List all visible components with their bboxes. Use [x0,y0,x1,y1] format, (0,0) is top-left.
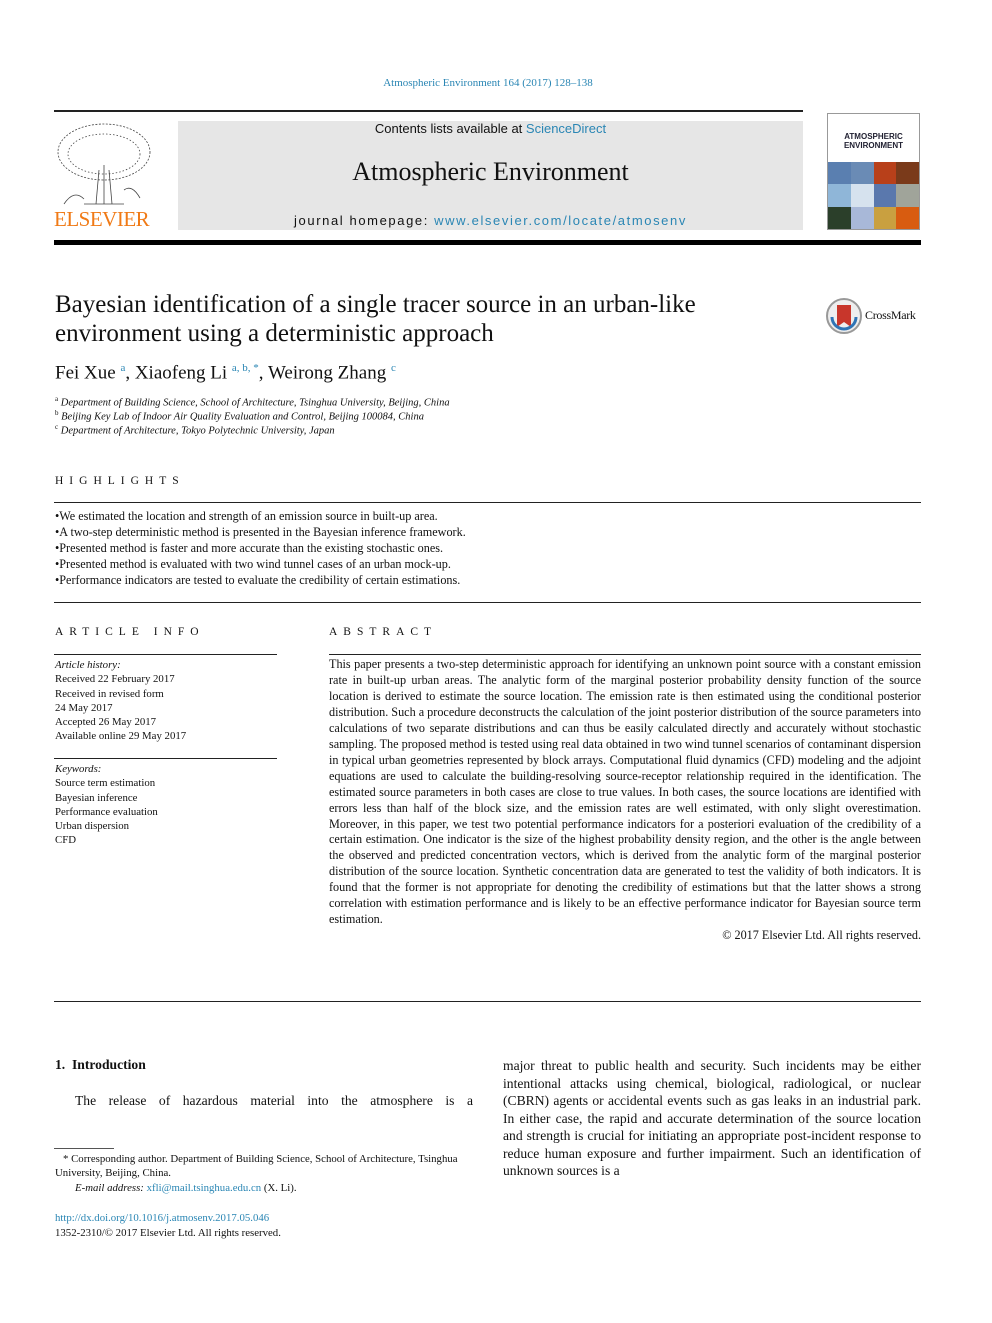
tree-icon [57,123,151,205]
history-item: 24 May 2017 [55,701,113,714]
author-affiliation-mark[interactable]: a [120,362,125,374]
intro-paragraph-left: The release of hazardous material into t… [75,1093,473,1108]
intro-paragraph-right: major threat to public health and securi… [503,1058,921,1178]
homepage-link[interactable]: www.elsevier.com/locate/atmosenv [434,213,687,228]
history-item: Available online 29 May 2017 [55,730,187,743]
header-thick-rule [54,240,921,245]
highlight-item: •Presented method is faster and more acc… [55,541,444,555]
homepage-label: journal homepage: [294,213,435,228]
journal-citation-link[interactable]: Atmospheric Environment 164 (2017) 128–1… [0,77,976,89]
history-item: Accepted 26 May 2017 [55,716,157,729]
highlights-list: •We estimated the location and strength … [55,508,466,588]
abstract-copyright: © 2017 Elsevier Ltd. All rights reserved… [722,928,921,943]
abstract: This paper presents a two-step determini… [329,657,921,944]
elsevier-logo[interactable]: ELSEVIER [54,120,155,232]
keyword: Source term estimation [55,777,156,790]
history-item: Received 22 February 2017 [55,673,175,686]
highlight-item: •A two-step deterministic method is pres… [55,525,466,539]
issn-copyright: 1352-2310/© 2017 Elsevier Ltd. All right… [55,1227,281,1239]
divider [54,654,277,655]
highlight-item: •Presented method is evaluated with two … [55,557,451,571]
divider [54,758,277,759]
crossmark-label: CrossMark [865,308,916,322]
abstract-text: This paper presents a two-step determini… [329,657,921,927]
highlight-item: •Performance indicators are tested to ev… [55,573,461,587]
article-info-heading: ARTICLE INFO [55,626,205,638]
journal-banner: Contents lists available at ScienceDirec… [178,121,803,230]
affiliation: b Beijing Key Lab of Indoor Air Quality … [55,409,424,423]
author-name[interactable]: Weirong Zhang [268,362,386,383]
keyword: Performance evaluation [55,805,158,818]
footnote-rule [54,1148,114,1149]
corresponding-author-footnote: * Corresponding author. Department of Bu… [55,1153,458,1180]
crossmark-icon [826,298,862,334]
email-link[interactable]: xfli@mail.tsinghua.edu.cn [147,1182,262,1194]
history-label: Article history: [55,659,121,671]
divider [54,1001,921,1002]
keywords: Keywords: Source term estimation Bayesia… [55,762,158,848]
keyword: CFD [55,834,77,847]
highlights-heading: HIGHLIGHTS [55,475,185,487]
affiliation: a Department of Building Science, School… [55,395,450,409]
history-item: Received in revised form [55,687,164,700]
doi-link[interactable]: http://dx.doi.org/10.1016/j.atmosenv.201… [55,1211,269,1225]
author-affiliation-mark[interactable]: c [391,362,396,374]
divider [54,602,921,603]
highlight-item: •We estimated the location and strength … [55,509,438,523]
affiliation: c Department of Architecture, Tokyo Poly… [55,423,335,437]
keywords-label: Keywords: [55,763,102,775]
crossmark-badge[interactable]: CrossMark [825,297,925,334]
divider [54,502,921,503]
section-heading-introduction: 1. Introduction [55,1057,146,1072]
keyword: Urban dispersion [55,820,130,833]
abstract-heading: ABSTRACT [329,626,438,638]
publisher-logo-text: ELSEVIER [54,207,150,231]
cover-title: ATMOSPHERIC ENVIRONMENT [843,132,904,150]
article-history: Article history: Received 22 February 20… [55,658,186,744]
article-title: Bayesian identification of a single trac… [55,291,696,347]
contents-label: Contents lists available at [374,121,526,136]
top-rule [54,110,803,112]
cover-mosaic [828,162,919,229]
author-name[interactable]: Xiaofeng Li [135,362,227,383]
email-line: E-mail address: xfli@mail.tsinghua.edu.c… [75,1182,297,1194]
author-name[interactable]: Fei Xue [55,362,116,383]
sciencedirect-link[interactable]: ScienceDirect [526,121,606,136]
divider [329,654,921,655]
journal-title: Atmospheric Environment [352,157,629,186]
journal-cover[interactable]: ATMOSPHERIC ENVIRONMENT [827,113,920,230]
keyword: Bayesian inference [55,791,138,804]
author-affiliation-mark[interactable]: a, b, * [232,362,259,374]
author-list: Fei Xue a, Xiaofeng Li a, b, *, Weirong … [55,362,396,384]
